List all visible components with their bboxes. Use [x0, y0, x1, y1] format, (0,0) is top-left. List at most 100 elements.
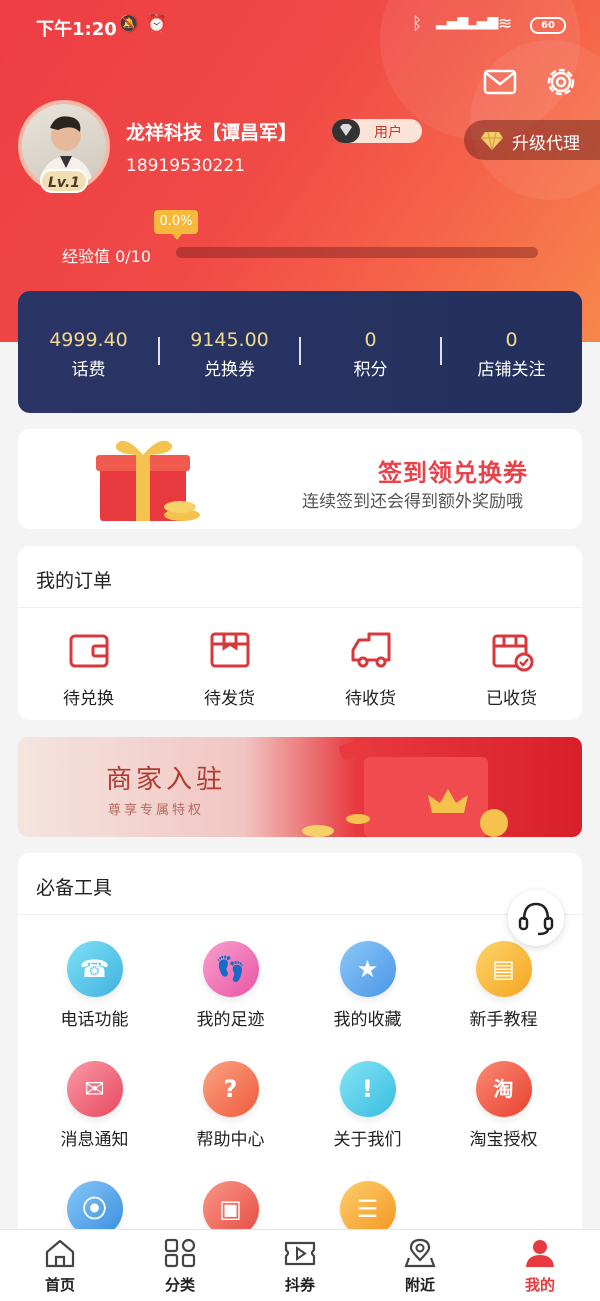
status-bar: 下午1:20 🔕 ⏰ ᛒ ▂▄▆ ▂▄▆ ≋ 60: [0, 0, 600, 52]
tab-video-coupons[interactable]: 抖券: [240, 1238, 360, 1295]
orders-card: 我的订单 待兑换 待发货 待收货 已收货: [18, 546, 582, 720]
stat-shop-follows[interactable]: 0 店铺关注: [441, 329, 582, 380]
tool-taobao-auth[interactable]: 淘 淘宝授权: [433, 1061, 574, 1150]
tool-notifications[interactable]: ✉ 消息通知: [24, 1061, 165, 1150]
settings-gear-icon[interactable]: [543, 64, 579, 100]
tool-phone[interactable]: ☎ 电话功能: [24, 941, 165, 1030]
exp-progress-bar: [176, 247, 538, 258]
book-icon: ▤: [475, 941, 532, 997]
tab-mine[interactable]: 我的: [480, 1238, 600, 1295]
order-label: 待收货: [345, 689, 396, 709]
tab-label: 分类: [164, 1276, 195, 1294]
stat-value: 0: [505, 329, 518, 351]
role-label: 用户: [374, 125, 402, 141]
bottom-tab-bar: 首页 分类 抖券 附近 我的: [0, 1229, 600, 1301]
tool-label: 关于我们: [333, 1130, 402, 1150]
star-icon: ★: [339, 941, 396, 997]
tool-label: 我的足迹: [196, 1010, 265, 1030]
tab-category[interactable]: 分类: [120, 1238, 240, 1295]
tab-label: 我的: [524, 1276, 555, 1294]
user-name: 龙祥科技【谭昌军】: [126, 122, 298, 144]
upgrade-agent-button[interactable]: 升级代理: [464, 120, 600, 160]
order-pending-ship[interactable]: 待发货: [159, 628, 300, 709]
tool-help[interactable]: ? 帮助中心: [160, 1061, 301, 1150]
order-label: 已收货: [486, 689, 537, 709]
signal-icon-2: ▂▄▆: [466, 14, 499, 30]
stats-panel: 4999.40 话费 9145.00 兑换券 0 积分 0 店铺关注: [18, 291, 582, 413]
divider: [18, 607, 582, 608]
level-badge: Lv.1: [40, 169, 88, 193]
received-icon: [492, 634, 533, 672]
role-badge: 用户: [332, 119, 422, 143]
order-received[interactable]: 已收货: [441, 628, 582, 709]
signin-title: 签到领兑换券: [378, 459, 528, 487]
stat-phone-credit[interactable]: 4999.40 话费: [18, 329, 159, 380]
headset-icon: [518, 902, 554, 936]
stat-label: 兑换券: [204, 360, 255, 380]
order-pending-receive[interactable]: 待收货: [300, 628, 441, 709]
customer-service-button[interactable]: [508, 890, 564, 946]
wifi-icon: ≋: [498, 14, 513, 34]
message-icon[interactable]: [482, 64, 518, 100]
tool-footprint[interactable]: 👣 我的足迹: [160, 941, 301, 1030]
tool-label: 电话功能: [60, 1010, 129, 1030]
help-icon: ?: [202, 1061, 259, 1117]
user-phone: 18919530221: [126, 156, 245, 176]
info-icon: !: [339, 1061, 396, 1117]
gift-box-icon: [96, 440, 200, 521]
truck-icon: [351, 632, 390, 668]
divider: [18, 914, 582, 915]
stat-coupons[interactable]: 9145.00 兑换券: [159, 329, 300, 380]
tools-title: 必备工具: [36, 877, 113, 899]
exp-label: 经验值 0/10: [62, 247, 152, 266]
taobao-icon: 淘: [475, 1061, 532, 1117]
stat-label: 店铺关注: [477, 360, 546, 380]
stat-label: 积分: [353, 360, 388, 380]
tool-tutorial[interactable]: ▤ 新手教程: [433, 941, 574, 1030]
signal-icon: ▂▄▆: [436, 14, 469, 30]
footprint-icon: 👣: [202, 941, 259, 997]
bluetooth-icon: ᛒ: [412, 14, 423, 34]
tool-label: 淘宝授权: [469, 1130, 538, 1150]
tab-label: 附近: [404, 1276, 435, 1294]
stat-value: 0: [364, 329, 377, 351]
merchant-join-banner[interactable]: 商家入驻 尊享专属特权: [18, 737, 582, 837]
tab-label: 抖券: [284, 1276, 315, 1294]
diamond-icon: [332, 119, 360, 143]
tab-nearby[interactable]: 附近: [360, 1238, 480, 1295]
merchant-subtitle: 尊享专属特权: [108, 803, 205, 818]
tools-card: 必备工具 ☎ 电话功能 👣 我的足迹 ★ 我的收藏 ▤ 新手教程 ✉ 消息通知 …: [18, 853, 582, 1253]
mail-icon: ✉: [66, 1061, 123, 1117]
tool-favorites[interactable]: ★ 我的收藏: [297, 941, 438, 1030]
home-icon: [45, 1239, 75, 1268]
box-icon: [210, 632, 249, 668]
order-label: 待发货: [204, 689, 255, 709]
merchant-title: 商家入驻: [106, 765, 227, 795]
battery-icon: 60: [530, 17, 566, 34]
tool-label: 新手教程: [469, 1010, 538, 1030]
location-pin-icon: [404, 1238, 436, 1268]
category-icon: [164, 1238, 196, 1268]
exp-percent-bubble: 0.0%: [154, 210, 198, 240]
signin-banner[interactable]: 签到领兑换券 连续签到还会得到额外奖励哦: [18, 429, 582, 529]
signin-subtitle: 连续签到还会得到额外奖励哦: [302, 492, 523, 512]
phone-icon: ☎: [66, 941, 123, 997]
order-pending-redeem[interactable]: 待兑换: [18, 628, 159, 709]
order-label: 待兑换: [63, 689, 114, 709]
wallet-icon: [69, 634, 108, 668]
status-time: 下午1:20: [36, 19, 117, 40]
tool-label: 帮助中心: [196, 1130, 265, 1150]
merchant-illustration-icon: [302, 740, 508, 837]
tab-home[interactable]: 首页: [0, 1238, 120, 1295]
video-coupon-icon: [284, 1241, 316, 1266]
tab-label: 首页: [44, 1276, 75, 1294]
upgrade-label: 升级代理: [512, 134, 580, 154]
person-icon: [526, 1240, 554, 1267]
stat-label: 话费: [71, 360, 106, 380]
tool-about[interactable]: ! 关于我们: [297, 1061, 438, 1150]
diamond-gold-icon: [481, 131, 503, 151]
tool-label: 我的收藏: [333, 1010, 402, 1030]
stat-value: 4999.40: [49, 329, 128, 351]
orders-title: 我的订单: [36, 570, 113, 592]
stat-points[interactable]: 0 积分: [300, 329, 441, 380]
